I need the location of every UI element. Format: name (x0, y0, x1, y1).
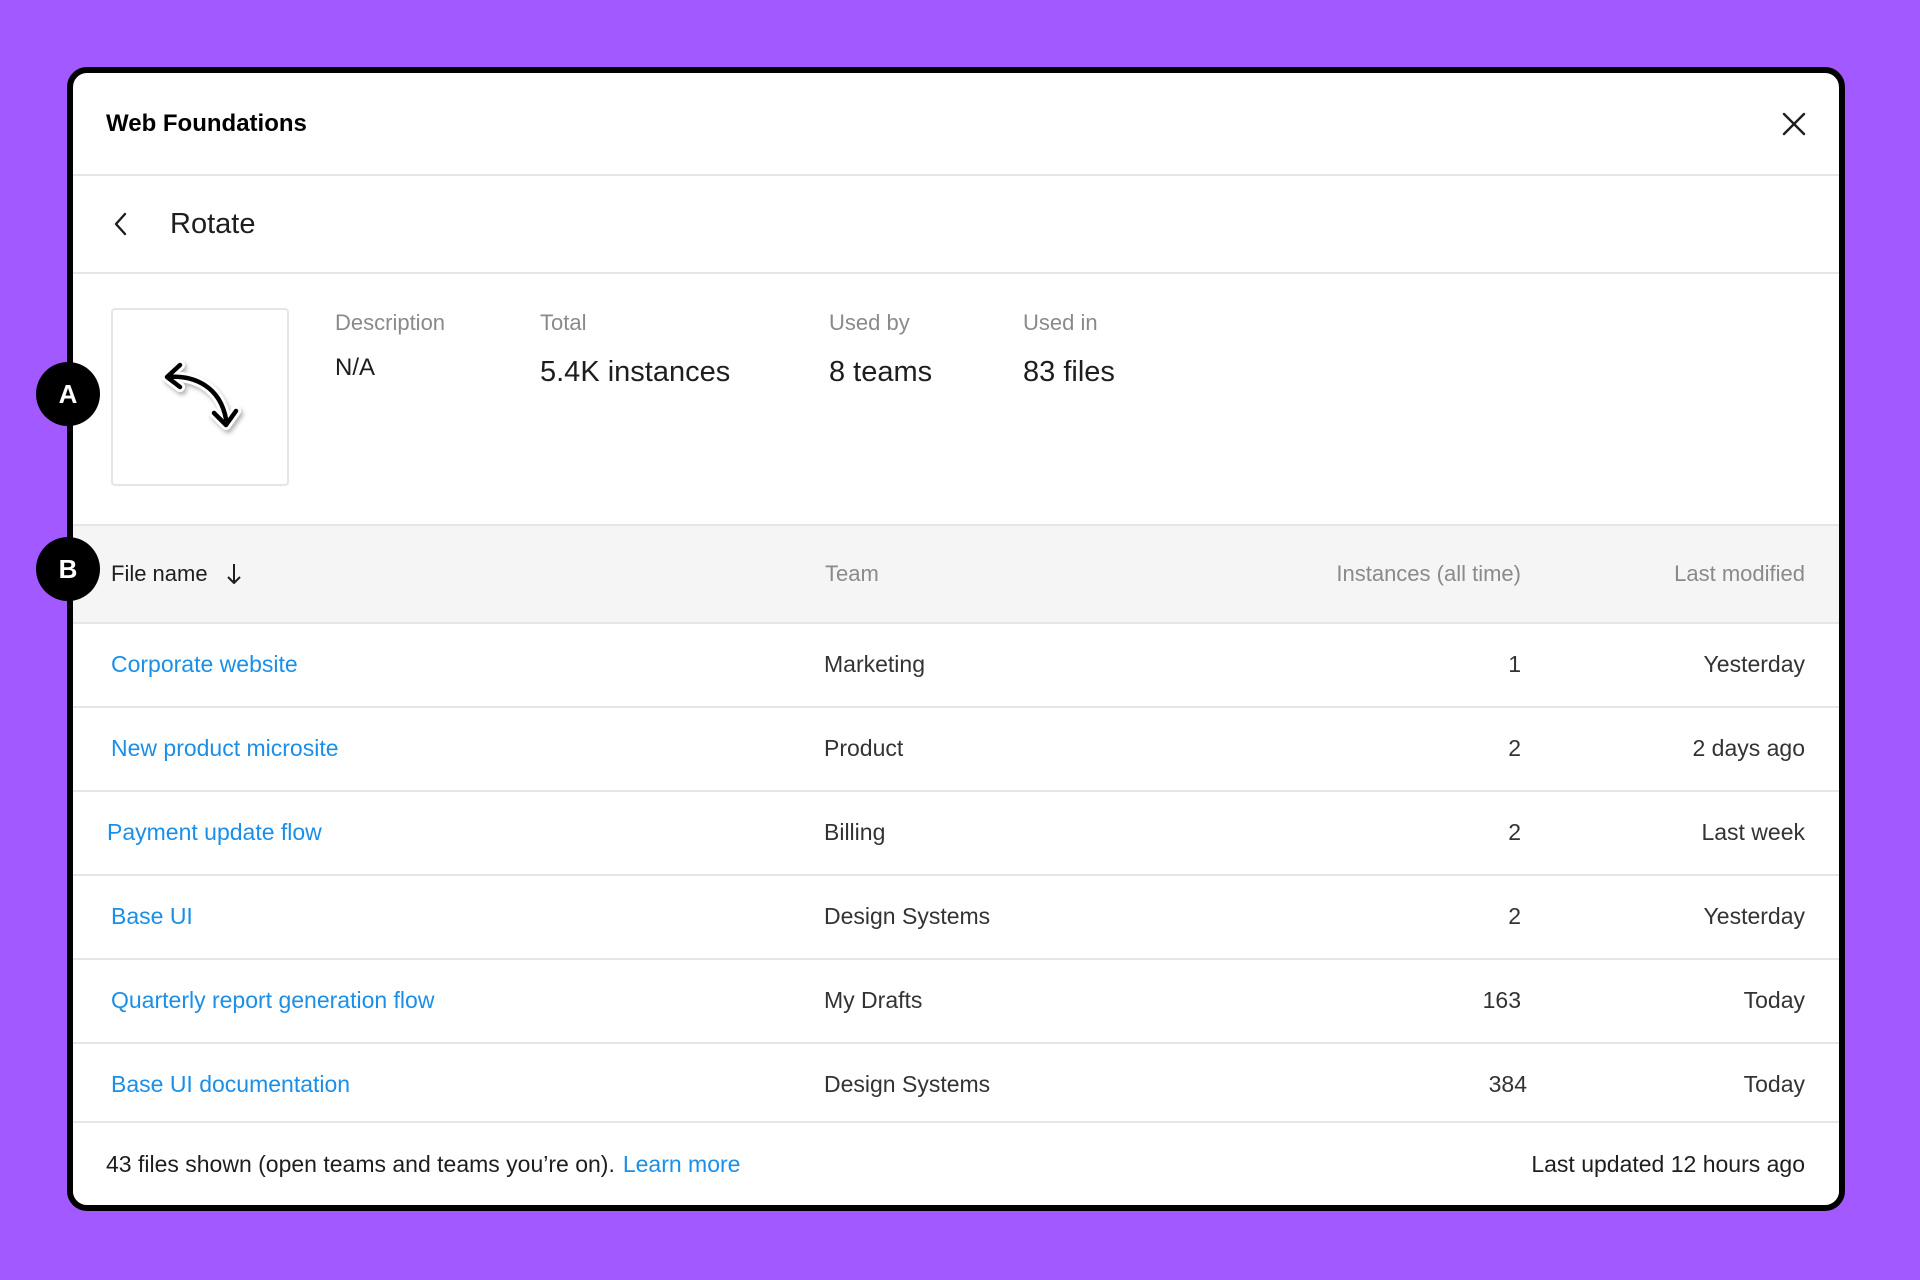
last-updated-text: Last updated 12 hours ago (1531, 1150, 1805, 1177)
table-row: Corporate website Marketing 1 Yesterday (73, 624, 1839, 708)
column-header-instances[interactable]: Instances (all time) (1336, 526, 1521, 622)
file-link[interactable]: Quarterly report generation flow (111, 960, 434, 1040)
team-cell: Product (824, 734, 904, 761)
team-cell: Design Systems (824, 1070, 991, 1097)
component-name: Rotate (170, 207, 256, 240)
table-row: Payment update flow Billing 2 Last week (73, 792, 1839, 876)
team-cell: Billing (824, 818, 886, 845)
column-header-team[interactable]: Team (825, 526, 879, 622)
column-header-file-name[interactable]: File name (111, 526, 242, 622)
arrow-down-icon (226, 564, 241, 584)
modal-title: Web Foundations (106, 109, 307, 137)
team-cell: My Drafts (824, 986, 923, 1013)
stat-used-by: Used by 8 teams (829, 310, 932, 389)
close-button[interactable] (1777, 107, 1811, 141)
back-button[interactable] (106, 209, 136, 239)
column-header-last-modified[interactable]: Last modified (1674, 526, 1805, 622)
component-info: Description N/A Total 5.4K instances Use… (73, 274, 1839, 526)
stat-description-label: Description (335, 310, 446, 335)
instances-cell: 2 (1508, 818, 1521, 845)
files-shown-text: 43 files shown (open teams and teams you… (106, 1150, 615, 1177)
instances-cell: 163 (1482, 986, 1521, 1013)
stat-used-in-value: 83 files (1023, 356, 1115, 388)
instances-cell: 1 (1508, 650, 1521, 677)
instances-cell: 2 (1508, 734, 1521, 761)
column-header-file-name-label: File name (111, 561, 208, 586)
stat-used-by-label: Used by (829, 310, 910, 335)
table-row: Base UI Design Systems 2 Yesterday (73, 876, 1839, 960)
file-link[interactable]: Payment update flow (107, 792, 322, 872)
callout-b: B (36, 537, 100, 601)
sort-button[interactable] (226, 562, 242, 586)
component-subheader: Rotate (73, 176, 1839, 274)
instances-cell: 384 (1488, 1070, 1527, 1097)
component-usage-modal: Web Foundations Rotate Description N/A T… (67, 67, 1845, 1211)
component-thumbnail (111, 308, 289, 486)
learn-more-link[interactable]: Learn more (623, 1151, 741, 1177)
file-link[interactable]: Base UI documentation (111, 1044, 350, 1124)
table-row: Quarterly report generation flow My Draf… (73, 960, 1839, 1044)
stat-used-in-label: Used in (1023, 310, 1098, 335)
table-row: New product microsite Product 2 2 days a… (73, 708, 1839, 792)
stat-description: Description N/A (335, 310, 445, 382)
stat-used-by-value: 8 teams (829, 356, 933, 388)
table-body: Corporate website Marketing 1 Yesterday … (73, 624, 1839, 1128)
modal-footer: 43 files shown (open teams and teams you… (73, 1121, 1839, 1205)
stat-description-value: N/A (335, 354, 376, 381)
stat-total: Total 5.4K instances (540, 310, 730, 389)
team-cell: Design Systems (824, 902, 991, 929)
last-modified-cell: Yesterday (1703, 902, 1805, 929)
instances-cell: 2 (1508, 902, 1521, 929)
stat-total-value: 5.4K instances (540, 356, 731, 388)
team-cell: Marketing (824, 650, 925, 677)
last-modified-cell: Yesterday (1703, 650, 1805, 677)
file-link[interactable]: Base UI (111, 876, 193, 956)
last-modified-cell: Today (1743, 1070, 1805, 1097)
file-link[interactable]: Corporate website (111, 624, 298, 704)
close-icon (1782, 112, 1806, 135)
stat-total-label: Total (540, 310, 587, 335)
stat-used-in: Used in 83 files (1023, 310, 1115, 389)
chevron-left-icon (114, 212, 127, 236)
table-row: Base UI documentation Design Systems 384… (73, 1044, 1839, 1128)
modal-header: Web Foundations (73, 73, 1839, 176)
footer-summary: 43 files shown (open teams and teams you… (106, 1151, 740, 1178)
last-modified-cell: Last week (1701, 818, 1805, 845)
callout-a: A (36, 362, 100, 426)
file-link[interactable]: New product microsite (111, 708, 339, 788)
last-modified-cell: 2 days ago (1692, 734, 1805, 761)
table-header: File name Team Instances (all time) Last… (73, 526, 1839, 624)
last-modified-cell: Today (1743, 986, 1805, 1013)
rotate-arrow-icon (162, 360, 241, 430)
